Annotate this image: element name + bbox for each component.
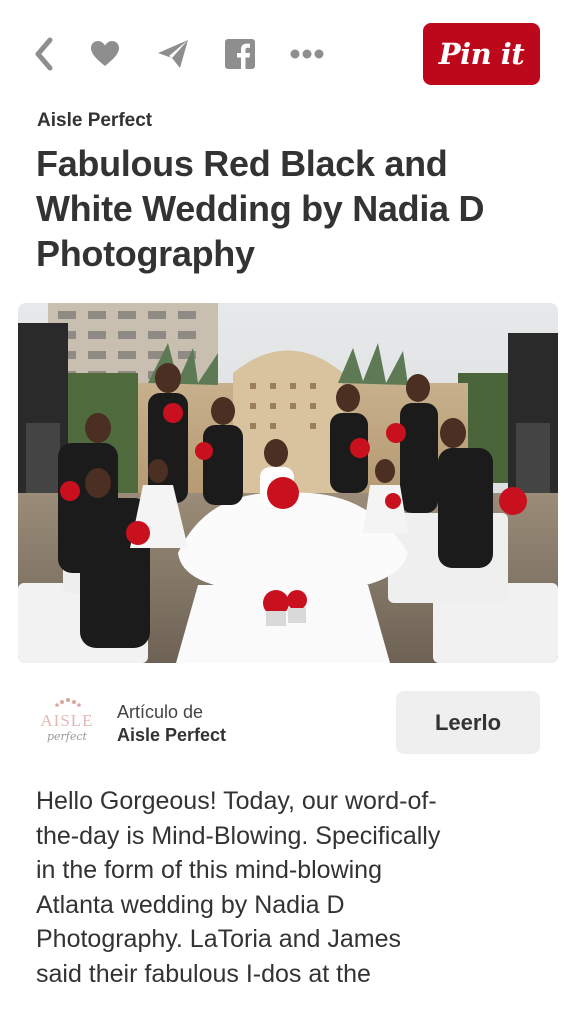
read-article-button[interactable]: Leerlo xyxy=(396,691,540,754)
pin-image[interactable] xyxy=(18,303,558,663)
pin-description: Hello Gorgeous! Today, our word-of-the-d… xyxy=(36,787,441,988)
wedding-photo xyxy=(18,303,558,663)
heart-icon[interactable] xyxy=(85,34,125,74)
top-toolbar: Pin it xyxy=(0,0,576,100)
facebook-icon[interactable] xyxy=(220,34,260,74)
pin-it-button[interactable]: Pin it xyxy=(423,23,540,85)
article-label: Artículo de xyxy=(117,702,204,722)
more-icon[interactable] xyxy=(287,34,327,74)
pin-source-name[interactable]: Aisle Perfect xyxy=(37,110,152,132)
article-source[interactable]: Aisle Perfect xyxy=(117,725,226,746)
pin-closeup-page: Pin it Aisle Perfect Fabulous Red Black … xyxy=(0,0,576,1024)
send-icon[interactable] xyxy=(153,34,193,74)
logo-script: perfect xyxy=(47,730,88,743)
source-logo[interactable]: AISLE perfect xyxy=(32,692,102,752)
back-icon[interactable] xyxy=(25,34,65,74)
logo-text: AISLE xyxy=(40,711,93,730)
pin-title: Fabulous Red Black and White Wedding by … xyxy=(36,143,485,274)
